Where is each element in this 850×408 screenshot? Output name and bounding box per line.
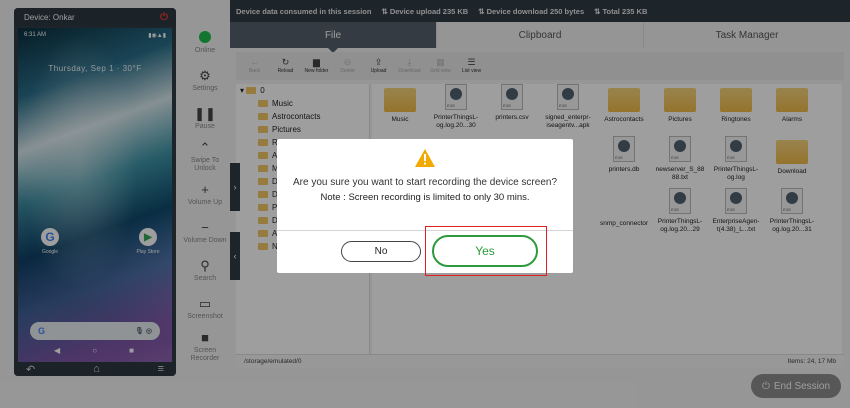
app-root: Device: Onkar ⏻ 6:31 AM ▮◉▲▮ Thursday, S… [0, 0, 850, 408]
no-button[interactable]: No [341, 241, 421, 262]
dialog-message: Are you sure you want to start recording… [292, 177, 558, 188]
dialog-note: Note : Screen recording is limited to on… [320, 191, 530, 203]
warning-icon [415, 149, 435, 167]
record-confirm-dialog: Are you sure you want to start recording… [277, 139, 573, 276]
yes-button[interactable]: Yes [432, 235, 538, 267]
